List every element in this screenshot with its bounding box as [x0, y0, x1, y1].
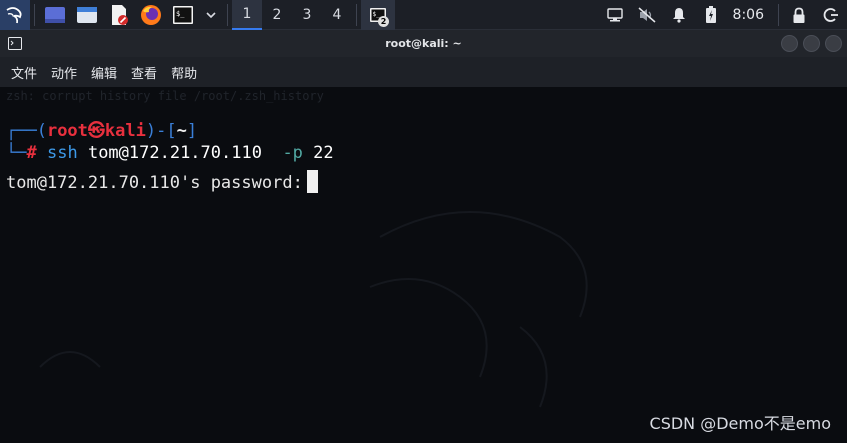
- menu-help[interactable]: 帮助: [164, 63, 204, 82]
- prompt-line-command: └─# ssh tom@172.21.70.110 -p 22: [6, 143, 334, 163]
- prompt-frame: )-[: [145, 121, 177, 141]
- notification-bell-icon[interactable]: [665, 0, 693, 30]
- muted-speaker-icon[interactable]: [633, 0, 661, 30]
- svg-text:$_: $_: [176, 10, 185, 18]
- files-window-icon[interactable]: [41, 0, 69, 30]
- kali-menu-icon[interactable]: [0, 0, 30, 30]
- prompt-line-top: ┌──(root㉿kali)-[~]: [6, 116, 197, 141]
- workspace-2[interactable]: 2: [262, 0, 292, 30]
- clock[interactable]: 8:06: [733, 7, 764, 23]
- panel-separator: [227, 3, 228, 26]
- password-prompt-text: tom@172.21.70.110's password:: [6, 173, 303, 193]
- prompt-user: root: [46, 121, 88, 141]
- chevron-down-icon[interactable]: [201, 0, 221, 30]
- text-cursor: [306, 170, 318, 193]
- command-port: 22: [313, 143, 334, 163]
- terminal-icon[interactable]: $_: [169, 0, 197, 30]
- prompt-frame: └─: [6, 143, 27, 163]
- command-option: -p: [282, 143, 303, 163]
- terminal-area[interactable]: zsh: corrupt history file /root/.zsh_his…: [0, 87, 847, 443]
- panel-separator: [34, 3, 35, 26]
- taskbar-terminal-button[interactable]: $_ 2: [361, 0, 395, 30]
- network-icon[interactable]: [601, 0, 629, 30]
- menu-action[interactable]: 动作: [44, 63, 84, 82]
- window-titlebar[interactable]: root@kali: ~: [0, 30, 847, 57]
- maximize-button[interactable]: [803, 35, 820, 52]
- workspace-3[interactable]: 3: [292, 0, 322, 30]
- menu-file[interactable]: 文件: [4, 63, 44, 82]
- top-panel: $_ 1 2 3 4 $_ 2 8:06: [0, 0, 847, 30]
- menu-view[interactable]: 查看: [124, 63, 164, 82]
- menu-bar: 文件 动作 编辑 查看 帮助: [0, 57, 847, 87]
- panel-separator: [778, 4, 779, 26]
- prompt-skull-symbol: ㉿: [87, 121, 105, 141]
- prompt-frame: ]: [186, 121, 198, 141]
- window-title: root@kali: ~: [385, 37, 462, 50]
- command-name: ssh: [46, 143, 78, 163]
- password-prompt-line: tom@172.21.70.110's password:: [6, 170, 318, 193]
- text-editor-icon[interactable]: [105, 0, 133, 30]
- prompt-host: kali: [104, 121, 146, 141]
- firefox-icon[interactable]: [137, 0, 165, 30]
- power-icon[interactable]: [817, 0, 845, 30]
- lock-icon[interactable]: [785, 0, 813, 30]
- command-target: tom@172.21.70.110: [87, 143, 262, 163]
- battery-icon[interactable]: [697, 0, 725, 30]
- prompt-root-hash: #: [26, 143, 37, 163]
- csdn-watermark: CSDN @Demo不是emo: [649, 414, 831, 433]
- minimize-button[interactable]: [781, 35, 798, 52]
- workspace-1[interactable]: 1: [232, 0, 262, 30]
- close-button[interactable]: [825, 35, 842, 52]
- menu-edit[interactable]: 编辑: [84, 63, 124, 82]
- workspace-4[interactable]: 4: [322, 0, 352, 30]
- window-count-badge: 2: [378, 15, 389, 27]
- file-manager-icon[interactable]: [73, 0, 101, 30]
- prompt-frame: ┌──(: [6, 121, 47, 141]
- panel-separator: [356, 3, 357, 26]
- terminal-window-icon: [8, 37, 22, 50]
- prompt-cwd: ~: [176, 121, 187, 141]
- history-warning-line: zsh: corrupt history file /root/.zsh_his…: [6, 89, 324, 103]
